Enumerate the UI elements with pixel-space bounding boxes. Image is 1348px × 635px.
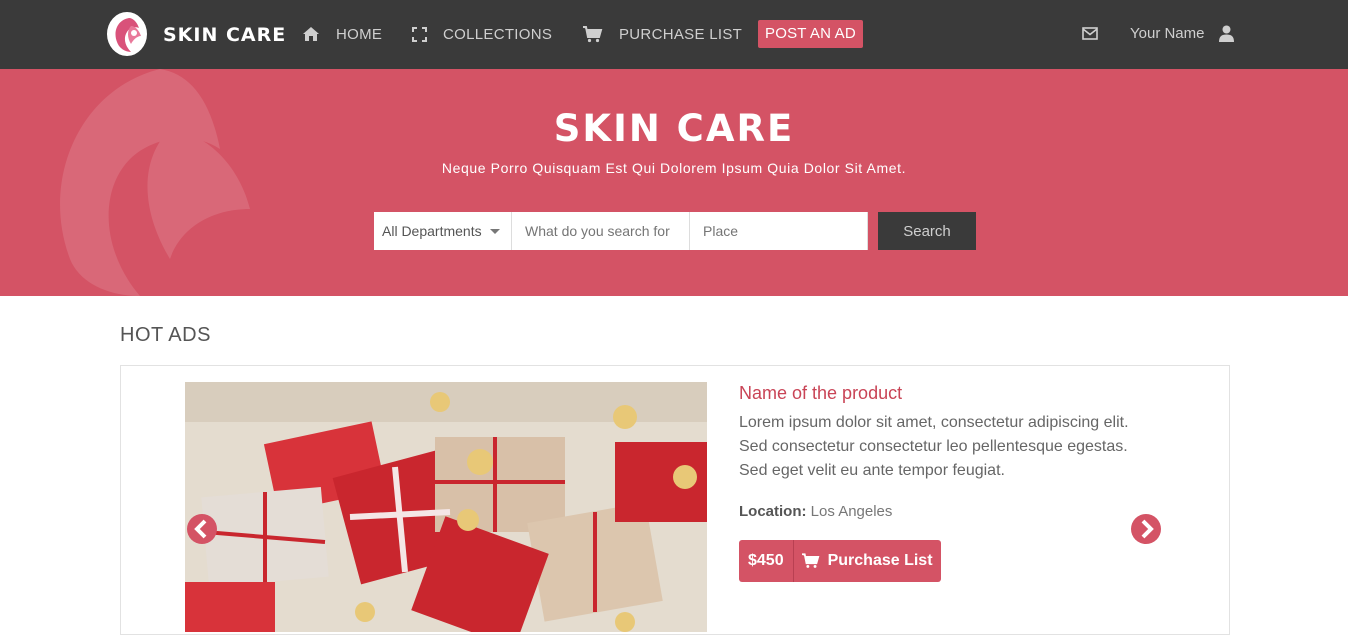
product-description: Lorem ipsum dolor sit amet, consectetur … <box>739 414 1129 479</box>
carousel-prev-arrow-icon[interactable] <box>186 513 218 545</box>
logo-woman-silhouette-icon <box>115 18 141 52</box>
gift-boxes-image <box>185 382 707 632</box>
brand-name[interactable]: SKIN CARE <box>163 24 286 46</box>
nav-purchase-list[interactable]: PURCHASE LIST <box>583 24 742 44</box>
department-select[interactable]: All Departments <box>374 212 512 250</box>
search-button[interactable]: Search <box>878 212 976 250</box>
department-select-value: All Departments <box>382 223 482 239</box>
hero-banner: SKIN CARE Neque Porro Quisquam Est Qui D… <box>0 69 1348 296</box>
search-bar: All Departments Search <box>374 212 976 250</box>
expand-icon <box>412 26 427 42</box>
price-badge: $450 <box>739 540 794 582</box>
user-name-link[interactable]: Your Name <box>1130 25 1205 42</box>
nav-collections[interactable]: COLLECTIONS <box>412 24 552 44</box>
nav-purchase-list-label: PURCHASE LIST <box>619 25 743 43</box>
carousel-next-arrow-icon[interactable] <box>1130 513 1162 545</box>
product-name[interactable]: Name of the product <box>739 383 902 404</box>
add-to-purchase-list-button[interactable]: Purchase List <box>793 540 941 582</box>
home-icon <box>303 27 319 41</box>
nav-home[interactable]: HOME <box>302 24 382 44</box>
user-icon[interactable] <box>1219 25 1234 42</box>
product-image[interactable] <box>185 382 707 632</box>
post-ad-button[interactable]: POST AN AD <box>758 20 863 48</box>
search-place-input[interactable] <box>690 212 868 250</box>
cart-icon <box>801 553 819 568</box>
hot-ads-heading: HOT ADS <box>120 324 211 346</box>
purchase-list-label: Purchase List <box>827 552 933 569</box>
nav-collections-label: COLLECTIONS <box>443 25 553 43</box>
hero-decorative-silhouette-icon <box>60 69 250 296</box>
search-what-input[interactable] <box>512 212 690 250</box>
nav-home-label: HOME <box>336 25 383 43</box>
location-value: Los Angeles <box>810 503 893 520</box>
hero-title: SKIN CARE <box>553 107 795 150</box>
location-label: Location: <box>739 503 807 520</box>
product-location: Location: Los Angeles <box>739 503 892 520</box>
hero-subtitle: Neque Porro Quisquam Est Qui Dolorem Ips… <box>441 160 907 176</box>
brand-logo[interactable] <box>107 12 147 56</box>
top-navbar: SKIN CARE HOME COLLECTIONS PURCHASE LIST… <box>0 0 1348 69</box>
cart-icon <box>583 25 603 42</box>
price-purchase-button-group: $450 Purchase List <box>739 540 941 582</box>
envelope-icon[interactable] <box>1082 27 1098 40</box>
caret-down-icon <box>489 228 500 234</box>
